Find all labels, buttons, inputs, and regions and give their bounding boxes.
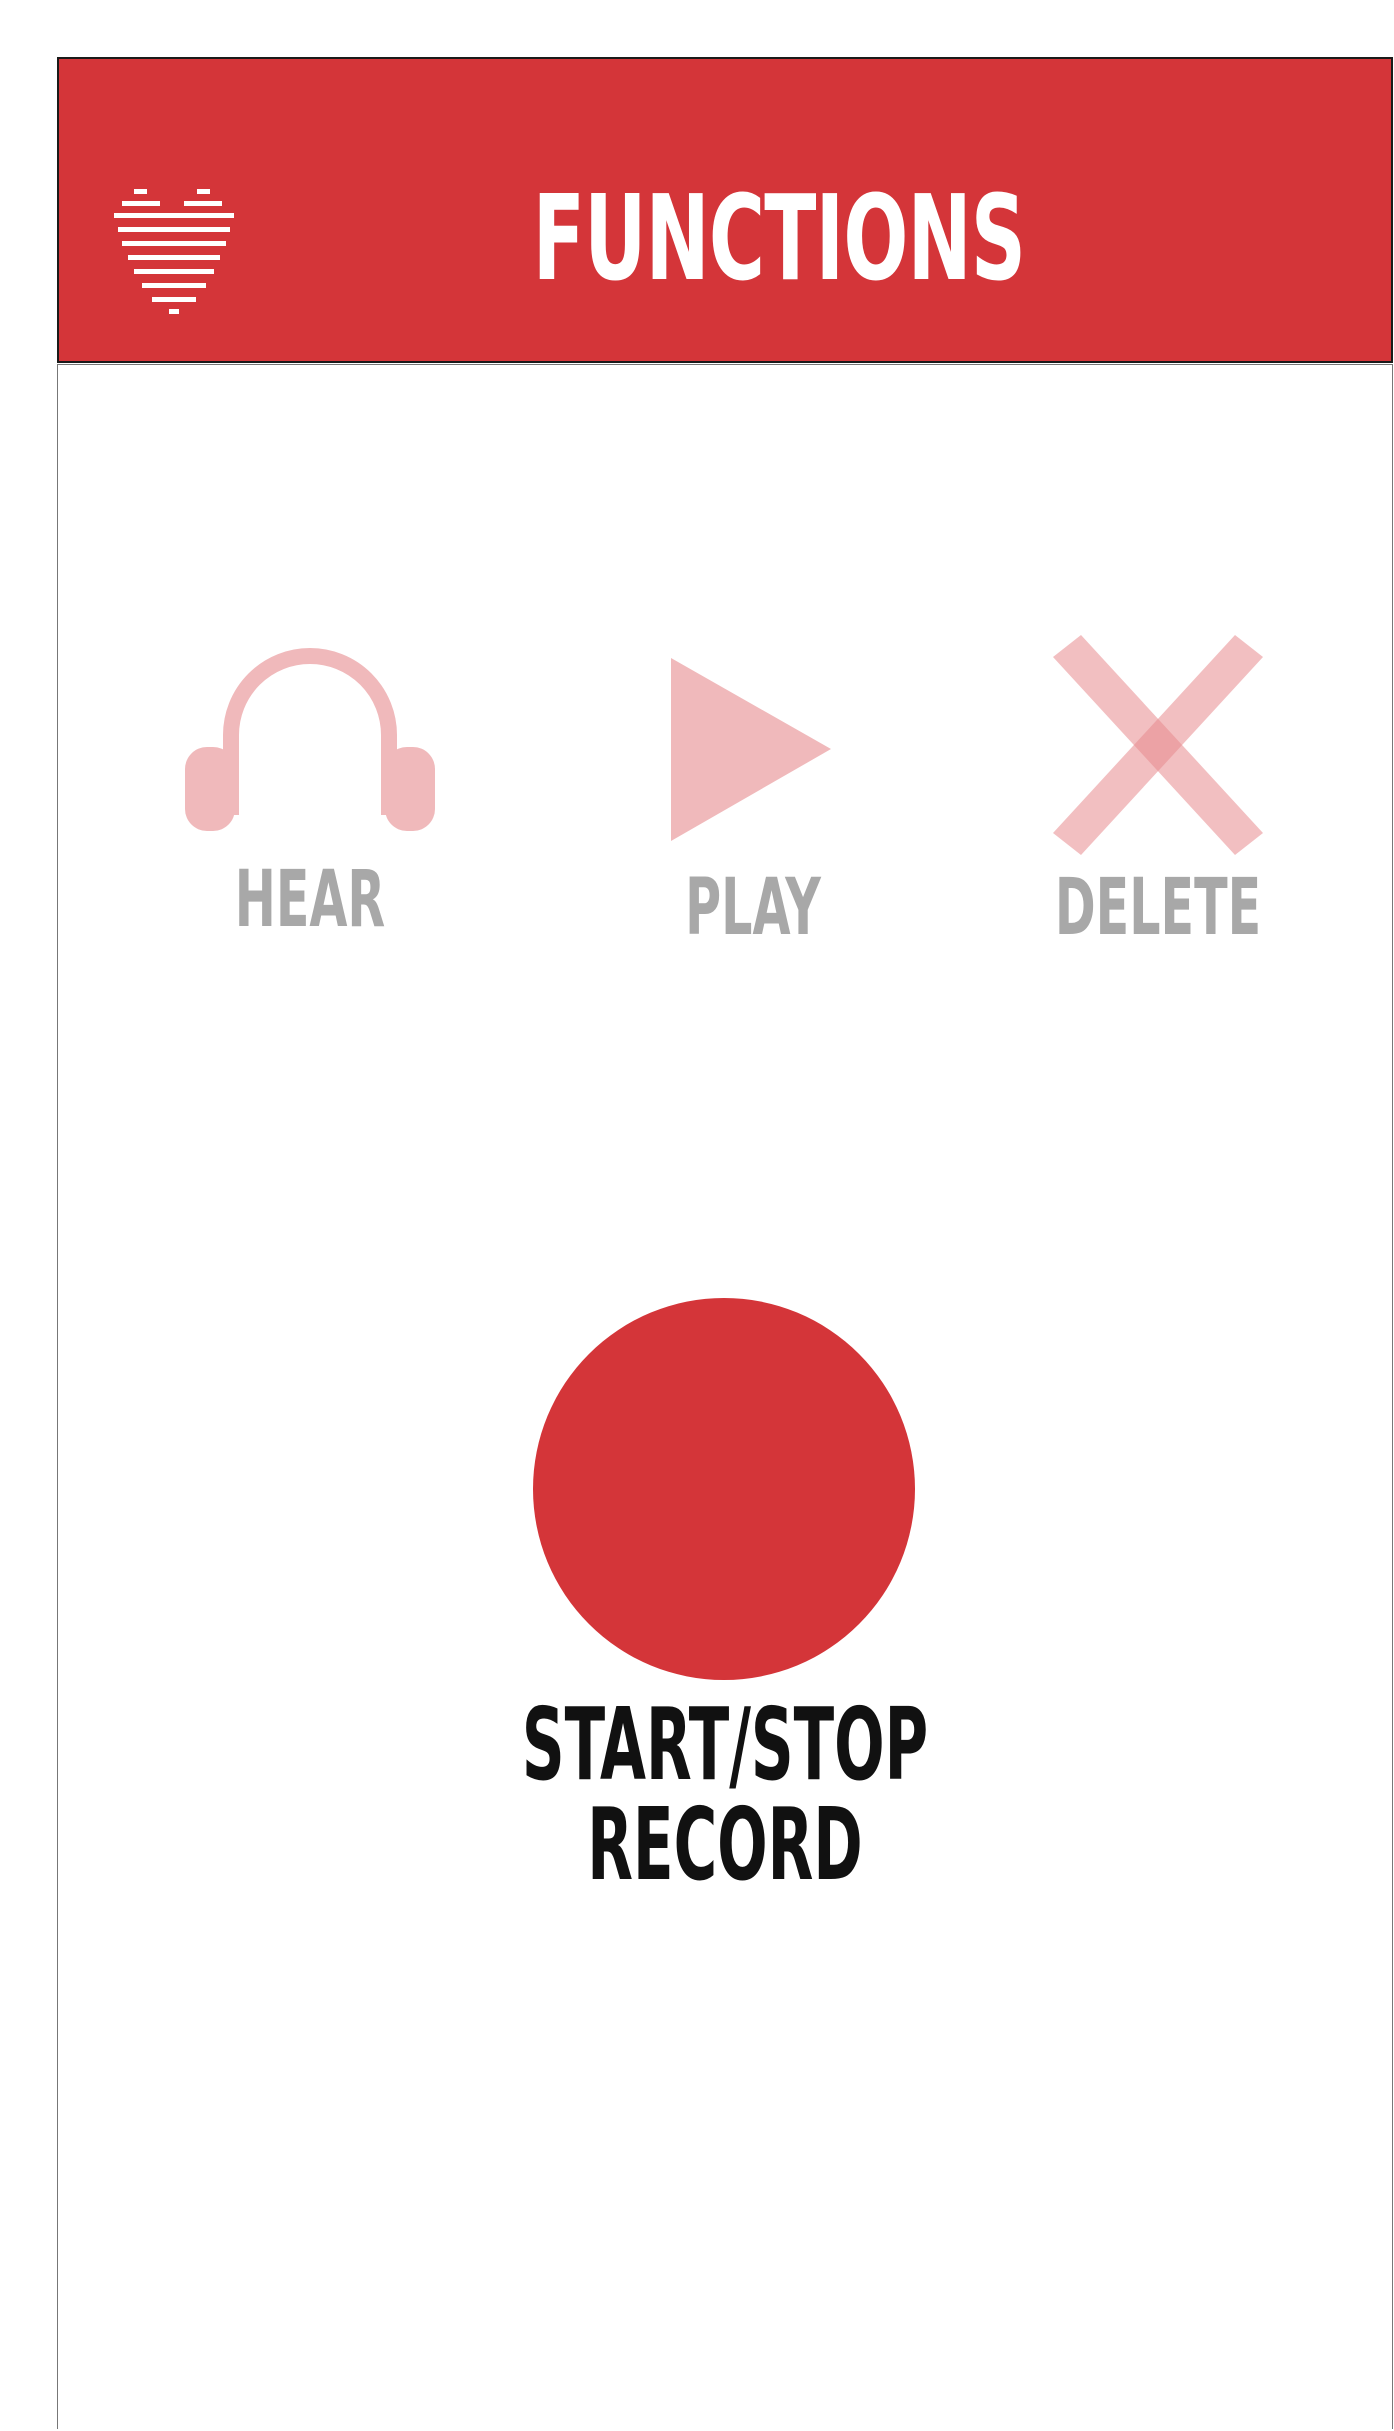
play-label: PLAY bbox=[685, 863, 821, 953]
heart-lines-icon[interactable] bbox=[114, 189, 234, 315]
app-frame: FUNCTIONS HEAR PLAY DELETE START/STOP RE… bbox=[57, 57, 1393, 2431]
close-icon bbox=[1008, 635, 1308, 855]
play-button[interactable]: PLAY bbox=[603, 655, 903, 947]
hear-button[interactable]: HEAR bbox=[160, 635, 460, 939]
page-title: FUNCTIONS bbox=[532, 169, 1026, 307]
header-bar: FUNCTIONS bbox=[57, 57, 1393, 363]
headphones-icon bbox=[160, 635, 460, 835]
delete-label: DELETE bbox=[1054, 863, 1262, 953]
record-button[interactable] bbox=[533, 1298, 915, 1680]
play-icon bbox=[603, 655, 903, 845]
hear-label: HEAR bbox=[234, 855, 386, 945]
record-label: START/STOP RECORD bbox=[521, 1686, 929, 1903]
delete-button[interactable]: DELETE bbox=[1008, 635, 1308, 947]
functions-panel: HEAR PLAY DELETE START/STOP RECORD bbox=[57, 364, 1393, 2429]
